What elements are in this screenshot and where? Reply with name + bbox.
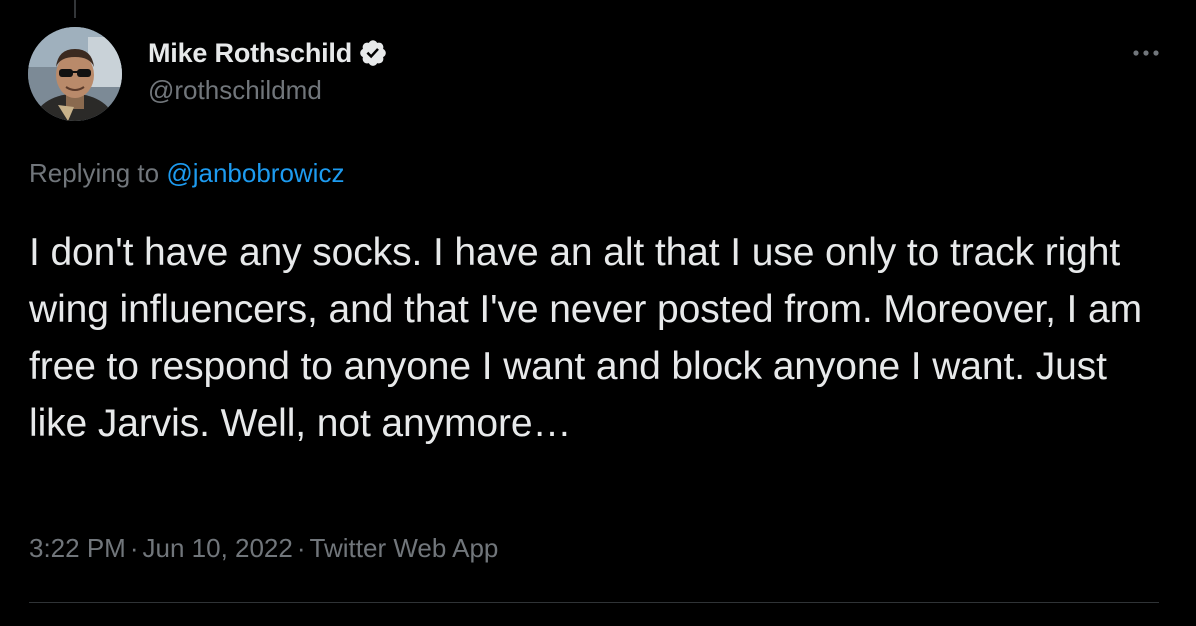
verified-badge-icon	[358, 38, 388, 68]
tweet-date[interactable]: Jun 10, 2022	[143, 533, 293, 563]
tweet-header: Mike Rothschild @rothschildmd	[148, 35, 1166, 115]
avatar-image	[28, 27, 122, 121]
author-display-name[interactable]: Mike Rothschild	[148, 38, 352, 69]
avatar[interactable]	[28, 27, 122, 121]
meta-separator: ·	[296, 533, 306, 563]
author-name-row: Mike Rothschild	[148, 35, 1166, 71]
tweet-body-text: I don't have any socks. I have an alt th…	[29, 231, 1142, 445]
meta-separator: ·	[129, 533, 139, 563]
replying-to-label: Replying to	[29, 158, 160, 188]
tweet-source[interactable]: Twitter Web App	[310, 533, 499, 563]
more-options-button[interactable]	[1126, 35, 1166, 71]
divider	[29, 602, 1159, 603]
more-horizontal-icon	[1133, 50, 1159, 56]
author-handle[interactable]: @rothschildmd	[148, 75, 1166, 106]
tweet-time[interactable]: 3:22 PM	[29, 533, 126, 563]
replying-to-line: Replying to @janbobrowicz	[29, 158, 344, 189]
reply-mention-link[interactable]: @janbobrowicz	[166, 158, 344, 188]
tweet-meta: 3:22 PM · Jun 10, 2022 · Twitter Web App	[29, 533, 498, 564]
thread-connector-line	[74, 0, 76, 18]
